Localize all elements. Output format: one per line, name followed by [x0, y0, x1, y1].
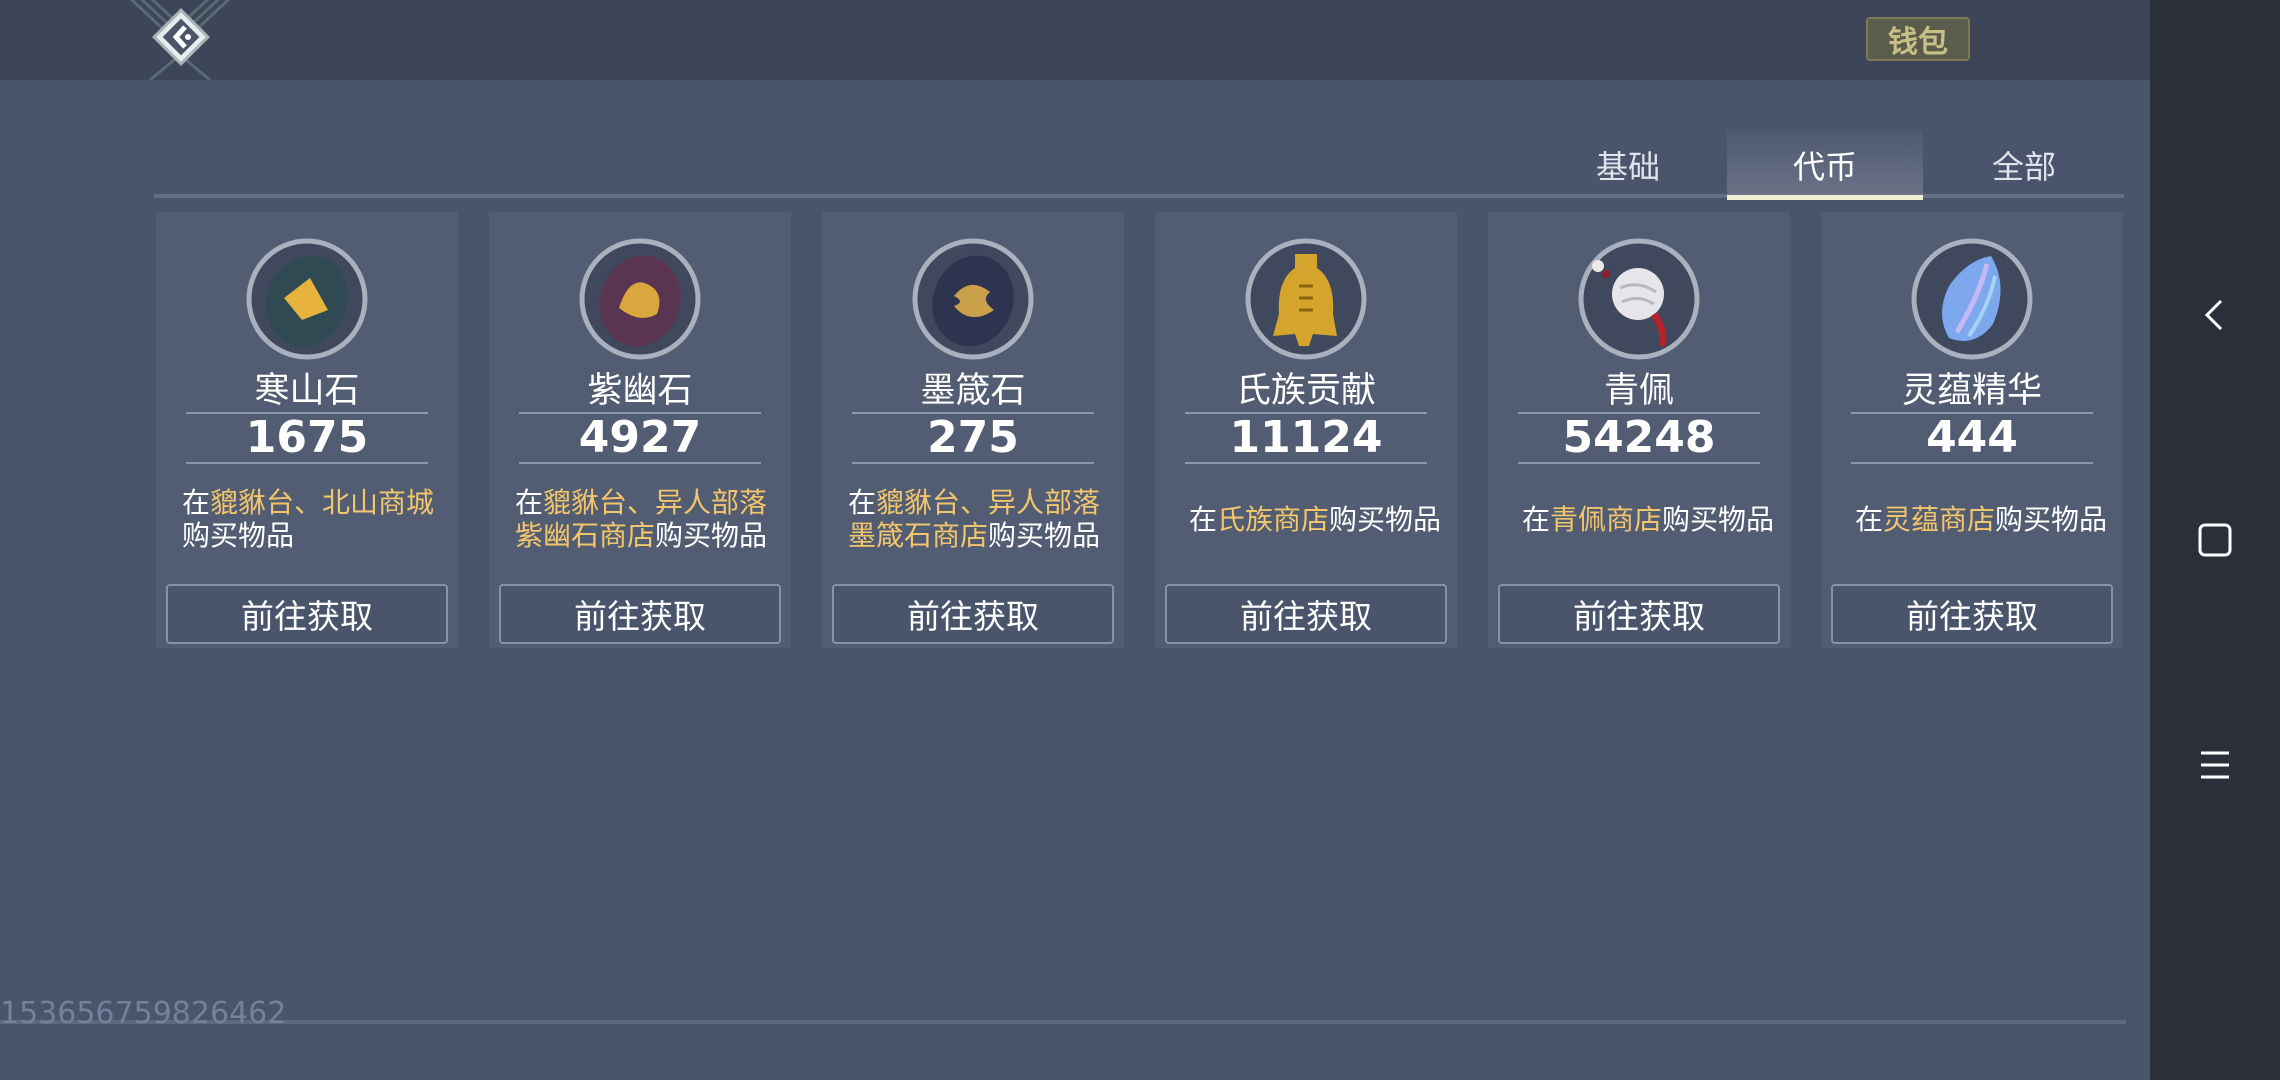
item-name: 灵蕴精华 [1901, 371, 2042, 411]
go-obtain-button[interactable]: 前往获取 [499, 584, 781, 644]
tab-all[interactable]: 全部 [1926, 130, 2122, 200]
item-count: 444 [1851, 412, 2093, 464]
top-bar: 钱包 [0, 0, 2150, 80]
nav-back-icon [2204, 299, 2223, 331]
hanshan-stone-icon [246, 238, 368, 360]
nav-back-button[interactable] [2150, 275, 2280, 355]
nav-menu-button[interactable] [2150, 725, 2280, 805]
item-count: 54248 [1518, 412, 1760, 464]
item-description: 在貔貅台、异人部落 紫幽石商店购买物品 [515, 486, 768, 552]
currency-card: 寒山石 1675 在貔貅台、北山商城 购买物品 前往获取 [156, 212, 458, 648]
item-name: 氏族贡献 [1235, 371, 1376, 411]
nav-menu-icon [2201, 751, 2229, 779]
ziyou-stone-icon [579, 238, 701, 360]
item-description: 在氏族商店购买物品 [1188, 502, 1442, 536]
mozhen-stone-icon [912, 238, 1034, 360]
tab-basic[interactable]: 基础 [1530, 130, 1726, 200]
wallet-button[interactable]: 钱包 [1866, 17, 1970, 61]
currency-card: 紫幽石 4927 在貔貅台、异人部落 紫幽石商店购买物品 前往获取 [489, 212, 791, 648]
item-description: 在貔貅台、异人部落 墨箴石商店购买物品 [848, 486, 1101, 552]
item-count: 11124 [1185, 412, 1427, 464]
item-count: 4927 [519, 412, 761, 464]
item-count: 1675 [186, 412, 428, 464]
jade-pendant-icon [1578, 238, 1700, 360]
item-name: 墨箴石 [920, 371, 1026, 411]
currency-card: 氏族贡献 11124 在氏族商店购买物品 前往获取 [1155, 212, 1457, 648]
go-obtain-button[interactable]: 前往获取 [1498, 584, 1780, 644]
back-button[interactable] [148, 4, 214, 70]
nav-home-icon [2198, 523, 2232, 557]
go-obtain-button[interactable]: 前往获取 [1165, 584, 1447, 644]
spirit-essence-icon [1911, 238, 2033, 360]
tab-tokens[interactable]: 代币 [1727, 130, 1923, 200]
item-description: 在灵蕴商店购买物品 [1854, 502, 2108, 536]
item-name: 青佩 [1603, 371, 1674, 411]
currency-card: 墨箴石 275 在貔貅台、异人部落 墨箴石商店购买物品 前往获取 [822, 212, 1124, 648]
bottom-divider [0, 1020, 2126, 1024]
item-description: 在貔貅台、北山商城 购买物品 [182, 486, 435, 552]
nav-home-button[interactable] [2150, 500, 2280, 580]
item-name: 紫幽石 [587, 371, 693, 411]
player-uid: 153656759826462 [0, 996, 287, 1031]
go-obtain-button[interactable]: 前往获取 [832, 584, 1114, 644]
item-count: 275 [852, 412, 1094, 464]
back-arrow-icon [152, 8, 210, 66]
item-description: 在青佩商店购买物品 [1521, 502, 1775, 536]
go-obtain-button[interactable]: 前往获取 [166, 584, 448, 644]
clan-contribution-icon [1245, 238, 1367, 360]
currency-card: 灵蕴精华 444 在灵蕴商店购买物品 前往获取 [1821, 212, 2123, 648]
item-name: 寒山石 [254, 371, 360, 411]
system-nav-bar [2150, 0, 2280, 1080]
go-obtain-button[interactable]: 前往获取 [1831, 584, 2113, 644]
currency-card: 青佩 54248 在青佩商店购买物品 前往获取 [1488, 212, 1790, 648]
